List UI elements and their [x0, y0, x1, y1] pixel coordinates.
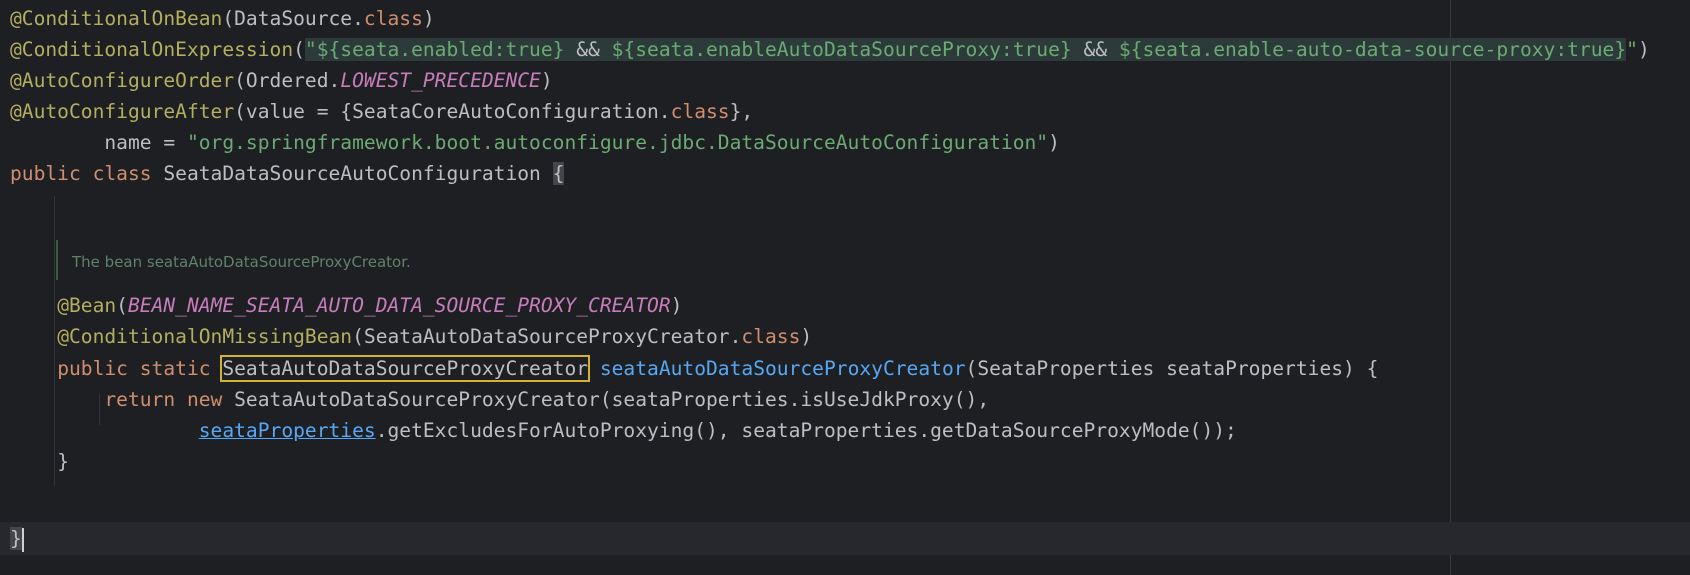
code-editor[interactable]: @ConditionalOnBean(DataSource.class) @Co…	[0, 0, 1690, 575]
text-caret	[21, 527, 24, 552]
annotation: @AutoConfigureAfter	[10, 100, 235, 123]
code-line-13-current[interactable]: }	[0, 522, 1690, 555]
highlighted-return-type[interactable]: SeataAutoDataSourceProxyCreator	[220, 355, 591, 382]
code-line-10[interactable]: return new SeataAutoDataSourceProxyCreat…	[0, 383, 1690, 416]
code-line-4[interactable]: @AutoConfigureAfter(value = {SeataCoreAu…	[0, 95, 1690, 128]
code-line-2[interactable]: @ConditionalOnExpression("${seata.enable…	[0, 33, 1690, 66]
code-line-8[interactable]: @ConditionalOnMissingBean(SeataAutoDataS…	[0, 320, 1690, 353]
code-line-9[interactable]: public static SeataAutoDataSourceProxyCr…	[0, 352, 1690, 385]
annotation: @ConditionalOnExpression	[10, 38, 294, 61]
matched-brace: {	[552, 162, 565, 185]
annotation: @ConditionalOnMissingBean	[57, 325, 353, 348]
code-line-3[interactable]: @AutoConfigureOrder(Ordered.LOWEST_PRECE…	[0, 64, 1690, 97]
code-line-1[interactable]: @ConditionalOnBean(DataSource.class)	[0, 2, 1690, 35]
annotation: @Bean	[57, 294, 117, 317]
code-line-7[interactable]: @Bean(BEAN_NAME_SEATA_AUTO_DATA_SOURCE_P…	[0, 289, 1690, 322]
code-line-11[interactable]: seataProperties.getExcludesForAutoProxyi…	[0, 414, 1690, 447]
rendered-doc-comment[interactable]: The bean seataAutoDataSourceProxyCreator…	[56, 240, 411, 280]
code-line-6[interactable]: public class SeataDataSourceAutoConfigur…	[0, 157, 1690, 190]
matched-brace: }	[10, 527, 22, 550]
annotation: @ConditionalOnBean	[10, 7, 223, 30]
code-line-5[interactable]: name = "org.springframework.boot.autocon…	[0, 126, 1690, 159]
method-name[interactable]: seataAutoDataSourceProxyCreator	[600, 357, 966, 380]
parameter-link[interactable]: seataProperties	[199, 419, 376, 442]
annotation: @AutoConfigureOrder	[10, 69, 235, 92]
code-line-12[interactable]: }	[0, 445, 1690, 478]
